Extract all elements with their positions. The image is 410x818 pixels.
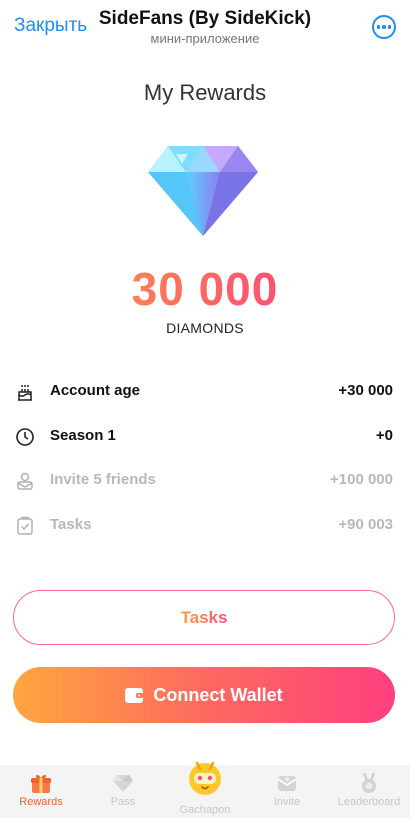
tab-label: Rewards — [19, 796, 63, 808]
tab-invite[interactable]: Invite — [246, 765, 328, 818]
diamond-balance: 30 000 — [0, 262, 410, 316]
reward-value: +30 000 — [338, 382, 393, 399]
tab-label: Gachapon — [179, 804, 231, 816]
medal-icon — [362, 772, 376, 793]
reward-row-invite: Invite 5 friends +100 000 — [0, 459, 410, 504]
connect-wallet-label: Connect Wallet — [153, 684, 283, 705]
cake-icon — [18, 385, 32, 401]
invite-tab-icon — [277, 776, 297, 791]
tab-gachapon[interactable]: Gachapon — [164, 761, 246, 818]
mini-app-header: Закрыть SideFans (By SideKick) мини-прил… — [0, 0, 410, 56]
more-circle-icon[interactable] — [372, 15, 396, 39]
connect-wallet-button[interactable]: Connect Wallet — [13, 667, 395, 723]
app-title: SideFans (By SideKick) — [98, 8, 312, 29]
reward-row-season: Season 1 +0 — [0, 415, 410, 460]
reward-value: +100 000 — [330, 471, 393, 488]
reward-label: Account age — [50, 382, 141, 399]
reward-value: +0 — [375, 426, 393, 444]
tab-pass[interactable]: Pass — [82, 765, 164, 818]
tab-label: Invite — [273, 796, 301, 808]
page-title: My Rewards — [143, 80, 267, 105]
reward-row-tasks: Tasks +90 003 — [0, 504, 410, 549]
reward-label: Season 1 — [50, 426, 116, 444]
reward-label: Invite 5 friends — [50, 471, 156, 488]
reward-value: +90 003 — [338, 515, 393, 533]
tab-label: Leaderboard — [337, 796, 401, 808]
clipboard-check-icon — [17, 516, 33, 535]
tab-label: Pass — [110, 796, 136, 808]
bottom-tab-bar: Rewards Pass Gachapon Invite Leaderboard — [0, 761, 410, 818]
tab-rewards[interactable]: Rewards — [0, 765, 82, 818]
invite-icon — [17, 472, 33, 490]
clock-icon — [16, 427, 34, 446]
balance-unit: DIAMONDS — [166, 320, 244, 336]
tab-leaderboard[interactable]: Leaderboard — [328, 765, 410, 818]
gift-icon — [31, 774, 51, 793]
rewards-list: Account age +30 000 Season 1 +0 Invite 5… — [0, 370, 410, 548]
tasks-button-label: Tasks — [180, 607, 228, 627]
diamond-icon — [148, 146, 258, 236]
tasks-button[interactable]: Tasks — [13, 590, 395, 645]
reward-row-account-age: Account age +30 000 — [0, 370, 410, 415]
diamond-tab-icon — [113, 775, 133, 792]
gachapon-icon — [189, 761, 221, 795]
wallet-icon — [125, 687, 144, 703]
reward-label: Tasks — [50, 515, 92, 533]
app-subtitle: мини-приложение — [150, 31, 260, 46]
